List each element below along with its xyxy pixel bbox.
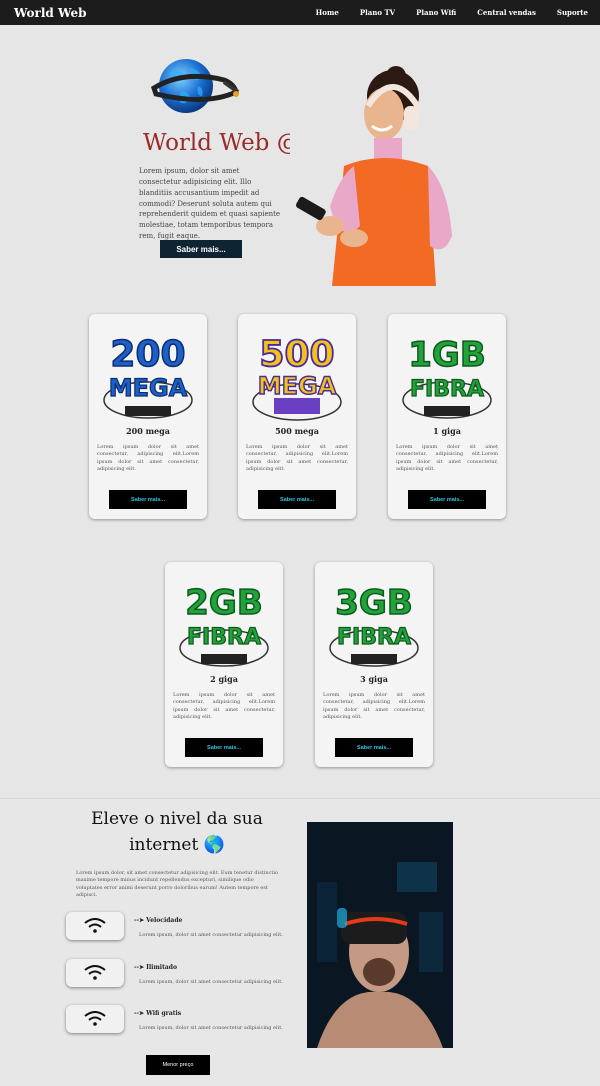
card-saber-mais-button[interactable]: Saber mais... [109,490,187,509]
badge-bottom-text: FIBRA [410,377,484,402]
badge-bottom-text: FIBRA [337,625,411,650]
badge-bottom-text: MEGA [258,372,337,400]
badge-top-text: 500 [259,334,334,375]
hero-title: World Web @ [143,130,300,156]
card-description: Lorem ipsum dolor sit amet consectetur, … [97,444,199,472]
feature-ilimitado-label: --➤ Ilimitado [134,964,177,971]
nav-links: Home Plano TV Plano Wifi Central vendas … [295,8,588,17]
top-navbar: World Web Home Plano TV Plano Wifi Centr… [0,0,600,25]
nav-link-plano-tv[interactable]: Plano TV [360,8,395,17]
plan-card-3-giga: 3GB FIBRA 3 giga Lorem ipsum dolor sit a… [315,562,433,767]
500-mega-badge-icon: 500 MEGA [252,333,342,421]
card-description: Lorem ipsum dolor sit amet consectetur, … [246,444,348,472]
badge-top-text: 200 [110,334,185,375]
badge-bottom-text: FIBRA [187,625,261,650]
badge-top-text: 1GB [408,335,485,375]
brand-logo-text[interactable]: World Web [14,6,86,20]
feature-velocidade-desc: Lorem ipsum, dolor sit amet consectetur … [139,932,283,938]
badge-bottom-text: MEGA [109,374,188,402]
card-saber-mais-button[interactable]: Saber mais... [258,490,336,509]
card-title: 3 giga [360,674,388,684]
features-title: Eleve o nivel da sua internet 🌎 [91,809,263,856]
feature-wifi-gratis-desc: Lorem ipsum, dolor sit amet consectetur … [139,1025,283,1031]
plan-card-500-mega: 500 MEGA 500 mega Lorem ipsum dolor sit … [238,314,356,519]
nav-link-plano-wifi[interactable]: Plano Wifi [416,8,456,17]
feature-velocidade-button[interactable] [66,912,124,940]
card-description: Lorem ipsum dolor sit amet consectetur, … [173,692,275,720]
1gb-fibra-badge-icon: 1GB FIBRA [402,334,492,419]
nav-link-suporte[interactable]: Suporte [557,8,588,17]
feature-wifi-gratis-label: --➤ Wifi gratis [134,1010,182,1017]
nav-link-central-vendas[interactable]: Central vendas [477,8,536,17]
card-title: 1 giga [433,426,461,436]
menor-preco-button[interactable]: Menor preço [146,1055,210,1075]
features-description: Lorem ipsum dolor, sit amet consectetur … [76,870,279,898]
badge-top-text: 2GB [185,583,262,623]
2gb-fibra-badge-icon: 2GB FIBRA [179,582,269,667]
feature-velocidade-label: --➤ Velocidade [134,917,183,924]
wifi-icon [84,965,106,980]
plan-card-2-giga: 2GB FIBRA 2 giga Lorem ipsum dolor sit a… [165,562,283,767]
card-title: 500 mega [275,426,319,436]
card-description: Lorem ipsum dolor sit amet consectetur, … [323,692,425,720]
vr-headset-man-photo [307,822,453,1048]
globe-cable-icon [150,59,240,113]
nav-link-home[interactable]: Home [316,8,339,17]
plan-card-200-mega: 200 MEGA 200 mega Lorem ipsum dolor sit … [89,314,207,519]
card-saber-mais-button[interactable]: Saber mais... [335,738,413,757]
card-saber-mais-button[interactable]: Saber mais... [185,738,263,757]
wifi-icon [84,1011,106,1026]
wifi-icon [84,918,106,933]
card-description: Lorem ipsum dolor sit amet consectetur, … [396,444,498,472]
feature-ilimitado-button[interactable] [66,959,124,987]
card-title: 2 giga [210,674,238,684]
200-mega-badge-icon: 200 MEGA [103,333,193,419]
badge-top-text: 3GB [335,583,412,623]
card-title: 200 mega [126,426,170,436]
3gb-fibra-badge-icon: 3GB FIBRA [329,582,419,667]
plan-card-1-giga: 1GB FIBRA 1 giga Lorem ipsum dolor sit a… [388,314,506,519]
hero-description: Lorem ipsum, dolor sit amet consectetur … [139,167,281,241]
hero-saber-mais-button[interactable]: Saber mais... [160,240,242,258]
feature-ilimitado-desc: Lorem ipsum, dolor sit amet consectetur … [139,979,283,985]
feature-wifi-gratis-button[interactable] [66,1005,124,1033]
card-saber-mais-button[interactable]: Saber mais... [408,490,486,509]
woman-with-headphones-photo [290,66,462,286]
